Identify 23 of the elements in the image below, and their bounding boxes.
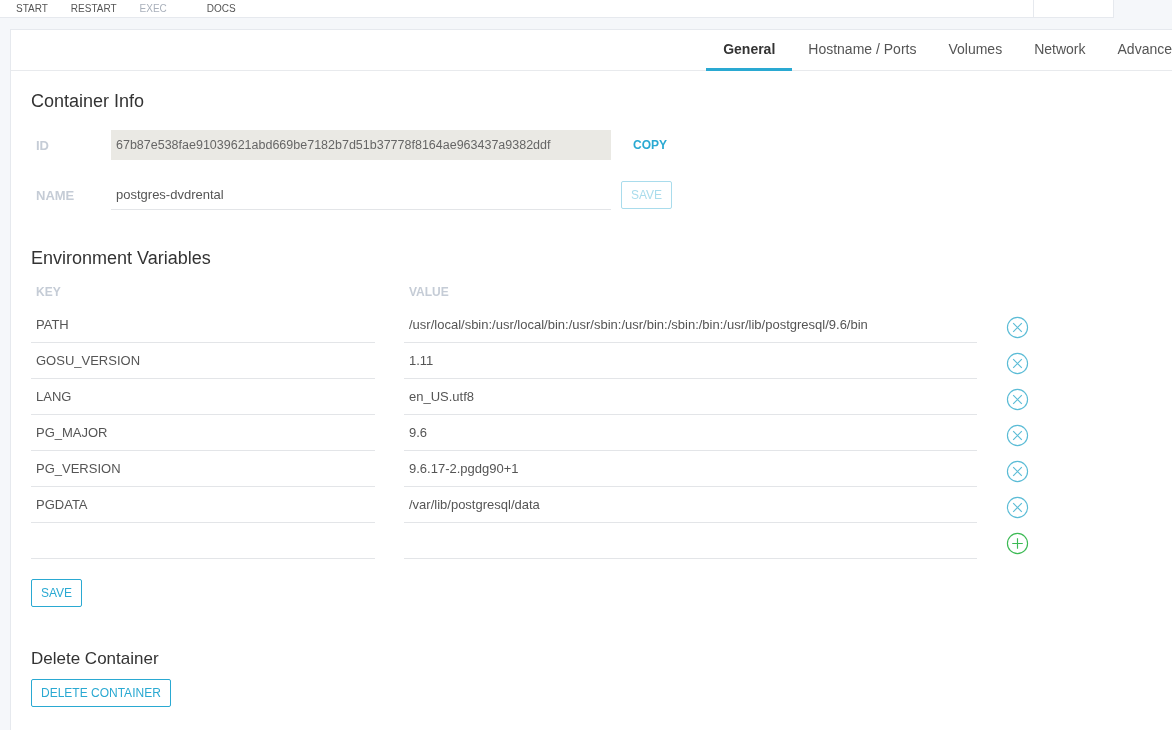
column-header: VALUE — [408, 285, 450, 301]
remove-icon[interactable] — [1006, 315, 1029, 339]
remove-icon[interactable] — [1006, 387, 1029, 411]
remove-icon[interactable] — [1006, 459, 1029, 483]
remove-icon[interactable] — [1006, 423, 1029, 447]
tab[interactable]: General — [706, 30, 793, 71]
id-field: 67b87e538fae91039621abd669be7182b7d51b37778f8164ae963437a9382ddf — [111, 130, 611, 160]
toolbar-button[interactable]: START — [16, 2, 48, 15]
tab[interactable]: Network — [1018, 30, 1102, 71]
remove-icon[interactable] — [1006, 495, 1029, 519]
tab[interactable]: Hostname / Ports — [792, 30, 933, 71]
tab[interactable]: Advance — [1101, 30, 1172, 71]
field-label: ID — [35, 137, 50, 153]
tab[interactable]: Volumes — [932, 30, 1019, 71]
remove-icon[interactable] — [1006, 351, 1029, 375]
column-header: KEY — [35, 285, 62, 301]
section-title: Container Info — [31, 91, 146, 112]
section-title: Delete Container — [31, 649, 160, 669]
section-title: Environment Variables — [31, 248, 212, 269]
toolbar-button[interactable]: RESTART — [70, 2, 117, 15]
toolbar-button[interactable]: DOCS — [206, 2, 236, 15]
add-icon[interactable] — [1006, 531, 1029, 555]
field-label: NAME — [35, 187, 76, 203]
